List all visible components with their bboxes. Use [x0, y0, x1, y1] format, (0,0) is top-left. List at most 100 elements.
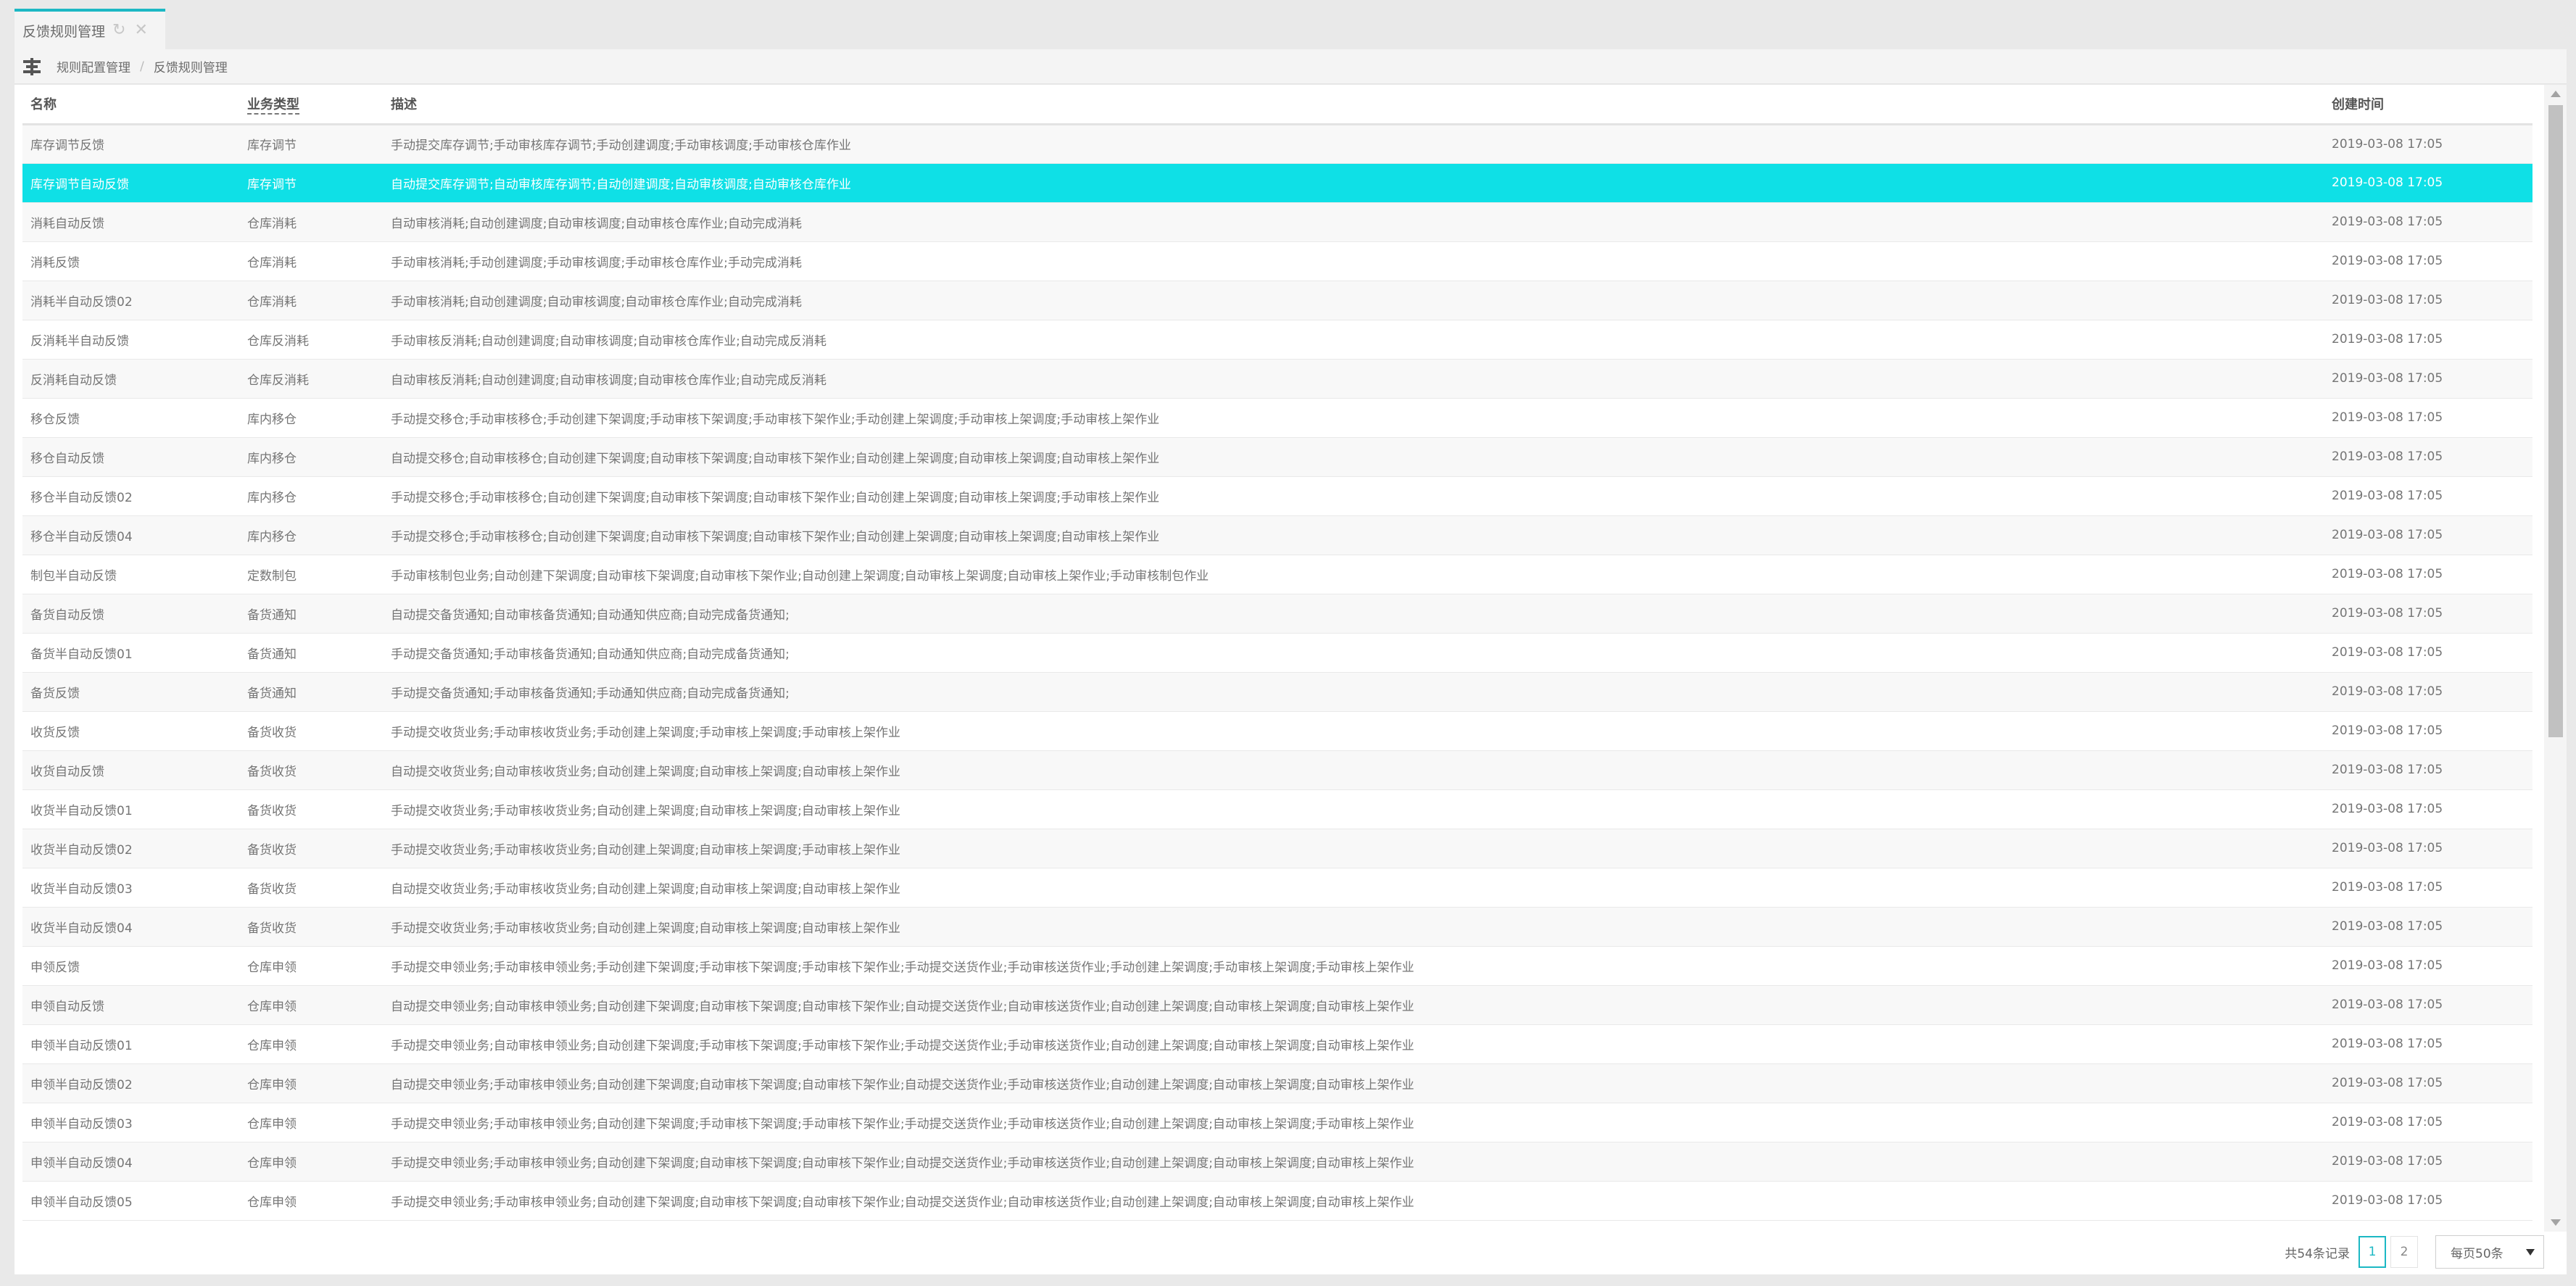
cell-type: 库存调节	[239, 124, 383, 164]
table-row[interactable]: 申领自动反馈 仓库申领 自动提交申领业务;自动审核申领业务;自动创建下架调度;自动审…	[22, 985, 2532, 1025]
main-panel: 名称 业务类型 描述 创建时间 库存调节反馈 库存调节 手动提交库存调节;手动审核库…	[15, 85, 2567, 1274]
column-header-description[interactable]: 描述	[383, 85, 2324, 125]
cell-description: 手动提交收货业务;手动审核收货业务;自动创建上架调度;自动审核上架调度;自动审核…	[383, 907, 2324, 947]
cell-name: 申领半自动反馈01	[22, 1024, 239, 1064]
cell-name: 库存调节自动反馈	[22, 163, 239, 203]
cell-description: 手动提交移仓;手动审核移仓;自动创建下架调度;自动审核下架调度;自动审核下架作业…	[383, 515, 2324, 555]
table-row[interactable]: 收货自动反馈 备货收货 自动提交收货业务;自动审核收货业务;自动创建上架调度;自动审…	[22, 750, 2532, 790]
cell-type: 备货通知	[239, 633, 383, 673]
cell-name: 申领反馈	[22, 946, 239, 986]
cell-name: 收货半自动反馈03	[22, 868, 239, 908]
cell-description: 手动提交收货业务;手动审核收货业务;自动创建上架调度;自动审核上架调度;手动审核…	[383, 829, 2324, 868]
cell-created-time: 2019-03-08 17:05	[2324, 1103, 2532, 1142]
table-row[interactable]: 制包半自动反馈 定数制包 手动审核制包业务;自动创建下架调度;自动审核下架调度;自动…	[22, 555, 2532, 594]
cell-type: 仓库反消耗	[239, 359, 383, 399]
cell-description: 自动提交申领业务;自动审核申领业务;自动创建下架调度;自动审核下架调度;自动审核…	[383, 985, 2324, 1025]
cell-created-time: 2019-03-08 17:05	[2324, 476, 2532, 516]
cell-type: 库存调节	[239, 163, 383, 203]
breadcrumb-separator: /	[140, 59, 144, 74]
cell-created-time: 2019-03-08 17:05	[2324, 946, 2532, 986]
scrollbar-thumb[interactable]	[2548, 105, 2563, 737]
cell-created-time: 2019-03-08 17:05	[2324, 515, 2532, 555]
table-row[interactable]: 反消耗半自动反馈 仓库反消耗 手动审核反消耗;自动创建调度;自动审核调度;自动审核仓…	[22, 320, 2532, 360]
table-row[interactable]: 申领半自动反馈05 仓库申领 手动提交申领业务;手动审核申领业务;自动创建下架调度;…	[22, 1181, 2532, 1221]
table-row[interactable]: 备货半自动反馈01 备货通知 手动提交备货通知;手动审核备货通知;自动通知供应商;自…	[22, 633, 2532, 673]
chevron-down-icon	[2526, 1249, 2535, 1256]
cell-name: 申领半自动反馈04	[22, 1142, 239, 1182]
table-row[interactable]: 移仓自动反馈 库内移仓 自动提交移仓;自动审核移仓;自动创建下架调度;自动审核下架调…	[22, 437, 2532, 477]
table-row[interactable]: 移仓半自动反馈02 库内移仓 手动提交移仓;手动审核移仓;自动创建下架调度;自动审核…	[22, 476, 2532, 516]
table-row[interactable]: 消耗反馈 仓库消耗 手动审核消耗;手动创建调度;手动审核调度;手动审核仓库作业;手动…	[22, 241, 2532, 281]
column-header-name[interactable]: 名称	[22, 85, 239, 125]
table-row[interactable]: 申领半自动反馈03 仓库申领 手动提交申领业务;手动审核申领业务;自动创建下架调度;…	[22, 1103, 2532, 1142]
cell-name: 移仓反馈	[22, 398, 239, 438]
table-row[interactable]: 反消耗自动反馈 仓库反消耗 自动审核反消耗;自动创建调度;自动审核调度;自动审核仓库…	[22, 359, 2532, 399]
cell-description: 手动审核制包业务;自动创建下架调度;自动审核下架调度;自动审核下架作业;自动创建…	[383, 555, 2324, 594]
table-row[interactable]: 收货半自动反馈04 备货收货 手动提交收货业务;手动审核收货业务;自动创建上架调度;…	[22, 907, 2532, 947]
cell-type: 备货通知	[239, 672, 383, 712]
table-row[interactable]: 库存调节自动反馈 库存调节 自动提交库存调节;自动审核库存调节;自动创建调度;自动审…	[22, 163, 2532, 203]
table-row[interactable]: 收货半自动反馈03 备货收货 自动提交收货业务;手动审核收货业务;自动创建上架调度;…	[22, 868, 2532, 908]
refresh-icon[interactable]: ↻	[112, 22, 125, 38]
cell-type: 仓库申领	[239, 1103, 383, 1142]
cell-name: 收货半自动反馈02	[22, 829, 239, 868]
breadcrumb: 规则配置管理 / 反馈规则管理	[15, 49, 2567, 84]
cell-name: 移仓自动反馈	[22, 437, 239, 477]
table-row[interactable]: 申领反馈 仓库申领 手动提交申领业务;手动审核申领业务;手动创建下架调度;手动审核下…	[22, 946, 2532, 986]
table-row[interactable]: 申领半自动反馈04 仓库申领 手动提交申领业务;手动审核申领业务;自动创建下架调度;…	[22, 1142, 2532, 1182]
cell-name: 消耗自动反馈	[22, 202, 239, 242]
cell-created-time: 2019-03-08 17:05	[2324, 1024, 2532, 1064]
cell-type: 仓库消耗	[239, 202, 383, 242]
table-row[interactable]: 备货反馈 备货通知 手动提交备货通知;手动审核备货通知;手动通知供应商;自动完成备货…	[22, 672, 2532, 712]
table-row[interactable]: 移仓反馈 库内移仓 手动提交移仓;手动审核移仓;手动创建下架调度;手动审核下架调度;…	[22, 398, 2532, 438]
breadcrumb-item-feedback-rules: 反馈规则管理	[153, 61, 228, 75]
cell-description: 自动提交收货业务;自动审核收货业务;自动创建上架调度;自动审核上架调度;自动审核…	[383, 750, 2324, 790]
cell-created-time: 2019-03-08 17:05	[2324, 163, 2532, 203]
total-records: 共54条记录	[2285, 1246, 2350, 1261]
breadcrumb-item-rule-config[interactable]: 规则配置管理	[57, 57, 131, 75]
cell-description: 手动提交库存调节;手动审核库存调节;手动创建调度;手动审核调度;手动审核仓库作业	[383, 124, 2324, 164]
column-header-type[interactable]: 业务类型	[239, 85, 383, 125]
table-row[interactable]: 收货反馈 备货收货 手动提交收货业务;手动审核收货业务;手动创建上架调度;手动审核上…	[22, 711, 2532, 751]
page-button-1[interactable]: 1	[2358, 1236, 2386, 1268]
cell-description: 手动提交申领业务;手动审核申领业务;自动创建下架调度;手动审核下架调度;手动审核…	[383, 1103, 2324, 1142]
table-row[interactable]: 消耗半自动反馈02 仓库消耗 手动审核消耗;自动创建调度;自动审核调度;自动审核仓库…	[22, 281, 2532, 320]
close-icon[interactable]: ✕	[134, 22, 147, 38]
column-header-created-time[interactable]: 创建时间	[2324, 85, 2532, 125]
cell-name: 消耗半自动反馈02	[22, 281, 239, 320]
table-row[interactable]: 收货半自动反馈01 备货收货 手动提交收货业务;手动审核收货业务;自动创建上架调度;…	[22, 789, 2532, 829]
cell-created-time: 2019-03-08 17:05	[2324, 1063, 2532, 1103]
scroll-up-icon[interactable]	[2551, 91, 2561, 97]
cell-created-time: 2019-03-08 17:05	[2324, 868, 2532, 908]
cell-created-time: 2019-03-08 17:05	[2324, 672, 2532, 712]
cell-name: 申领半自动反馈05	[22, 1181, 239, 1221]
page-size-value: 每页50条	[2451, 1246, 2503, 1261]
scroll-down-icon[interactable]	[2551, 1219, 2561, 1226]
page-size-select[interactable]: 每页50条	[2435, 1235, 2544, 1269]
cell-description: 自动审核反消耗;自动创建调度;自动审核调度;自动审核仓库作业;自动完成反消耗	[383, 359, 2324, 399]
cell-name: 备货半自动反馈01	[22, 633, 239, 673]
cell-created-time: 2019-03-08 17:05	[2324, 281, 2532, 320]
cell-description: 自动审核消耗;自动创建调度;自动审核调度;自动审核仓库作业;自动完成消耗	[383, 202, 2324, 242]
table-row[interactable]: 申领半自动反馈01 仓库申领 手动提交申领业务;自动审核申领业务;自动创建下架调度;…	[22, 1024, 2532, 1064]
page-button-2[interactable]: 2	[2390, 1236, 2418, 1268]
cell-created-time: 2019-03-08 17:05	[2324, 1142, 2532, 1182]
table-row[interactable]: 备货自动反馈 备货通知 自动提交备货通知;自动审核备货通知;自动通知供应商;自动完成…	[22, 594, 2532, 634]
table-row[interactable]: 申领半自动反馈02 仓库申领 自动提交申领业务;手动审核申领业务;自动创建下架调度;…	[22, 1063, 2532, 1103]
cell-created-time: 2019-03-08 17:05	[2324, 1181, 2532, 1221]
table-row[interactable]: 消耗自动反馈 仓库消耗 自动审核消耗;自动创建调度;自动审核调度;自动审核仓库作业;…	[22, 202, 2532, 242]
table-row[interactable]: 收货半自动反馈02 备货收货 手动提交收货业务;手动审核收货业务;自动创建上架调度;…	[22, 829, 2532, 868]
table-row[interactable]: 库存调节反馈 库存调节 手动提交库存调节;手动审核库存调节;手动创建调度;手动审核调…	[22, 124, 2532, 164]
cell-description: 手动提交申领业务;手动审核申领业务;自动创建下架调度;自动审核下架调度;自动审核…	[383, 1181, 2324, 1221]
cell-name: 反消耗半自动反馈	[22, 320, 239, 360]
cell-type: 库内移仓	[239, 398, 383, 438]
cell-type: 仓库消耗	[239, 241, 383, 281]
vertical-scrollbar[interactable]	[2544, 85, 2567, 1232]
cell-name: 收货半自动反馈01	[22, 789, 239, 829]
cell-type: 备货收货	[239, 829, 383, 868]
cell-created-time: 2019-03-08 17:05	[2324, 829, 2532, 868]
cell-description: 手动提交备货通知;手动审核备货通知;自动通知供应商;自动完成备货通知;	[383, 633, 2324, 673]
tab-feedback-rules[interactable]: 反馈规则管理 ↻ ✕	[15, 9, 165, 49]
table-row[interactable]: 移仓半自动反馈04 库内移仓 手动提交移仓;手动审核移仓;自动创建下架调度;自动审核…	[22, 515, 2532, 555]
cell-name: 备货反馈	[22, 672, 239, 712]
